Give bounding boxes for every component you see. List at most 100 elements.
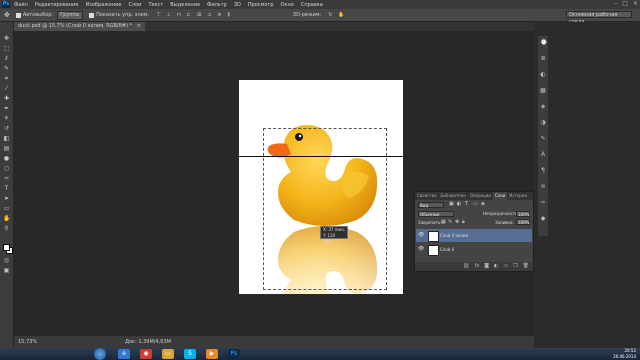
layer-kind-filter[interactable]: Вид [418,202,444,208]
filter-pixel-icon[interactable]: ▣ [449,201,454,207]
blur-tool-icon[interactable]: ● [3,156,10,162]
align-right-icon[interactable]: ⊐ [207,12,211,18]
swatches-panel-icon[interactable]: ▦ [540,88,546,94]
move-tool-icon[interactable]: ✥ [3,36,10,42]
adjustments-panel-icon[interactable]: ◑ [540,120,546,126]
tab-history[interactable]: История [507,192,529,200]
healing-tool-icon[interactable]: ✚ [3,96,10,102]
autoselect-checkbox[interactable] [15,12,21,18]
skype-icon[interactable]: S [184,349,196,359]
quick-mask-icon[interactable]: ◎ [3,258,10,264]
menu-select[interactable]: Выделение [170,2,200,8]
channels-panel-icon[interactable]: ≋ [540,184,546,190]
close-icon[interactable]: × [633,0,638,7]
character-panel-icon[interactable]: A [540,152,546,158]
opacity-input[interactable]: 100% [516,211,530,217]
photoshop-taskbar-icon[interactable]: Ps [228,349,240,359]
media-player-icon[interactable]: ▶ [206,349,218,359]
filter-shape-icon[interactable]: ▭ [473,201,478,207]
link-icon[interactable]: ⛓ [463,262,469,271]
new-layer-icon[interactable]: ❐ [513,262,517,271]
show-controls-checkbox[interactable] [89,12,95,18]
path-select-tool-icon[interactable]: ➤ [3,196,10,202]
fx-icon[interactable]: fx [474,262,479,271]
filter-adjust-icon[interactable]: ◐ [457,201,461,207]
rotate-3d-icon[interactable]: ↻ [328,12,332,18]
tab-actions[interactable]: Операции [468,192,493,200]
move-tool-icon[interactable]: ✥ [4,11,10,19]
layer-bounding-box[interactable] [263,128,387,290]
paths-panel-icon[interactable]: ✑ [540,200,546,206]
close-tab-icon[interactable]: × [137,23,141,29]
filter-smart-icon[interactable]: ◈ [481,201,485,207]
foreground-color-swatch[interactable] [3,244,10,251]
zoom-tool-icon[interactable]: ⚲ [3,226,10,232]
quick-select-tool-icon[interactable]: ✎ [3,66,10,72]
zoom-level[interactable]: 15,73% [18,336,37,348]
system-tray-clock[interactable]: 20:52 26.06.2014 [613,348,636,360]
maximize-icon[interactable]: □ [622,0,628,7]
lock-pixels-icon[interactable]: ▦ [441,219,446,225]
menu-file[interactable]: Файл [14,2,28,8]
eye-icon[interactable]: 👁︎ [418,229,424,242]
minimize-icon[interactable]: – [614,0,617,7]
eraser-tool-icon[interactable]: ◧ [3,136,10,142]
3d-panel-icon[interactable]: ◆ [540,216,546,222]
history-brush-icon[interactable]: ↺ [3,126,10,132]
menu-3d[interactable]: 3D [234,2,241,8]
adjustment-icon[interactable]: ◐ [494,262,498,271]
stamp-tool-icon[interactable]: ⚘ [3,116,10,122]
trash-icon[interactable]: 🗑︎ [523,262,529,271]
layer-row[interactable]: 👁︎ Слой 0 [416,243,532,256]
align-bottom-icon[interactable]: ⊓ [177,12,181,18]
tab-libraries[interactable]: Библиотеки [439,192,468,200]
dodge-tool-icon[interactable]: ○ [3,166,10,172]
lock-move-icon[interactable]: ✥ [455,219,459,225]
workspace-dropdown[interactable]: Основная рабочая среда [566,11,632,25]
tab-properties[interactable]: Свойства [415,192,439,200]
lock-paint-icon[interactable]: ✎ [448,219,452,225]
shape-tool-icon[interactable]: ▭ [3,206,10,212]
screen-mode-icon[interactable]: ▣ [3,268,10,274]
menu-filter[interactable]: Фильтр [207,2,227,8]
align-left-icon[interactable]: ⊏ [187,12,191,18]
pen-tool-icon[interactable]: ✑ [3,176,10,182]
menu-window[interactable]: Окно [281,2,294,8]
filter-type-icon[interactable]: T [465,201,468,207]
menu-layers[interactable]: Слои [128,2,141,8]
folder-icon[interactable]: ▭ [162,349,174,359]
pan-3d-icon[interactable]: ✋ [338,12,344,18]
start-button[interactable] [94,348,106,360]
menu-image[interactable]: Изображение [85,2,121,8]
styles-panel-icon[interactable]: ◈ [540,104,546,110]
fill-input[interactable]: 100% [516,219,530,225]
brush-panel-icon[interactable]: ✎ [540,136,546,142]
autoselect-dropdown[interactable]: Группа [57,10,84,20]
hand-tool-icon[interactable]: ✋ [3,216,10,222]
eyedropper-tool-icon[interactable]: ⁄ [3,86,10,92]
chrome-icon[interactable]: ◉ [140,349,152,359]
align-top-icon[interactable]: ⊤ [156,12,160,18]
crop-tool-icon[interactable]: ⌗ [3,76,10,82]
menu-view[interactable]: Просмотр [248,2,274,8]
brush-tool-icon[interactable]: ✒ [3,106,10,112]
marquee-tool-icon[interactable]: ⬚ [3,46,10,52]
color-panel-icon[interactable]: ◐ [540,72,546,78]
paragraph-panel-icon[interactable]: ¶ [540,168,546,174]
gradient-tool-icon[interactable]: ▤ [3,146,10,152]
tab-layers[interactable]: Слои [492,192,508,200]
mask-icon[interactable]: ◙ [484,262,489,271]
properties-panel-icon[interactable]: ≣ [540,56,546,62]
history-panel-icon[interactable]: ⌚ [540,40,547,46]
type-tool-icon[interactable]: T [3,186,10,192]
menu-help[interactable]: Справка [301,2,323,8]
lasso-tool-icon[interactable]: ℓ [3,56,10,62]
layer-name[interactable]: Слой 0 копия [440,229,468,242]
align-center-icon[interactable]: ⊞ [197,12,201,18]
layer-row[interactable]: 👁︎ Слой 0 копия [416,229,532,242]
folder-icon[interactable]: ▭ [503,262,508,271]
lock-all-icon[interactable]: 🔒︎ [462,219,465,225]
ie-icon[interactable]: e [118,349,130,359]
distribute-icon[interactable]: ≡ [217,12,221,18]
menu-type[interactable]: Текст [148,2,163,8]
